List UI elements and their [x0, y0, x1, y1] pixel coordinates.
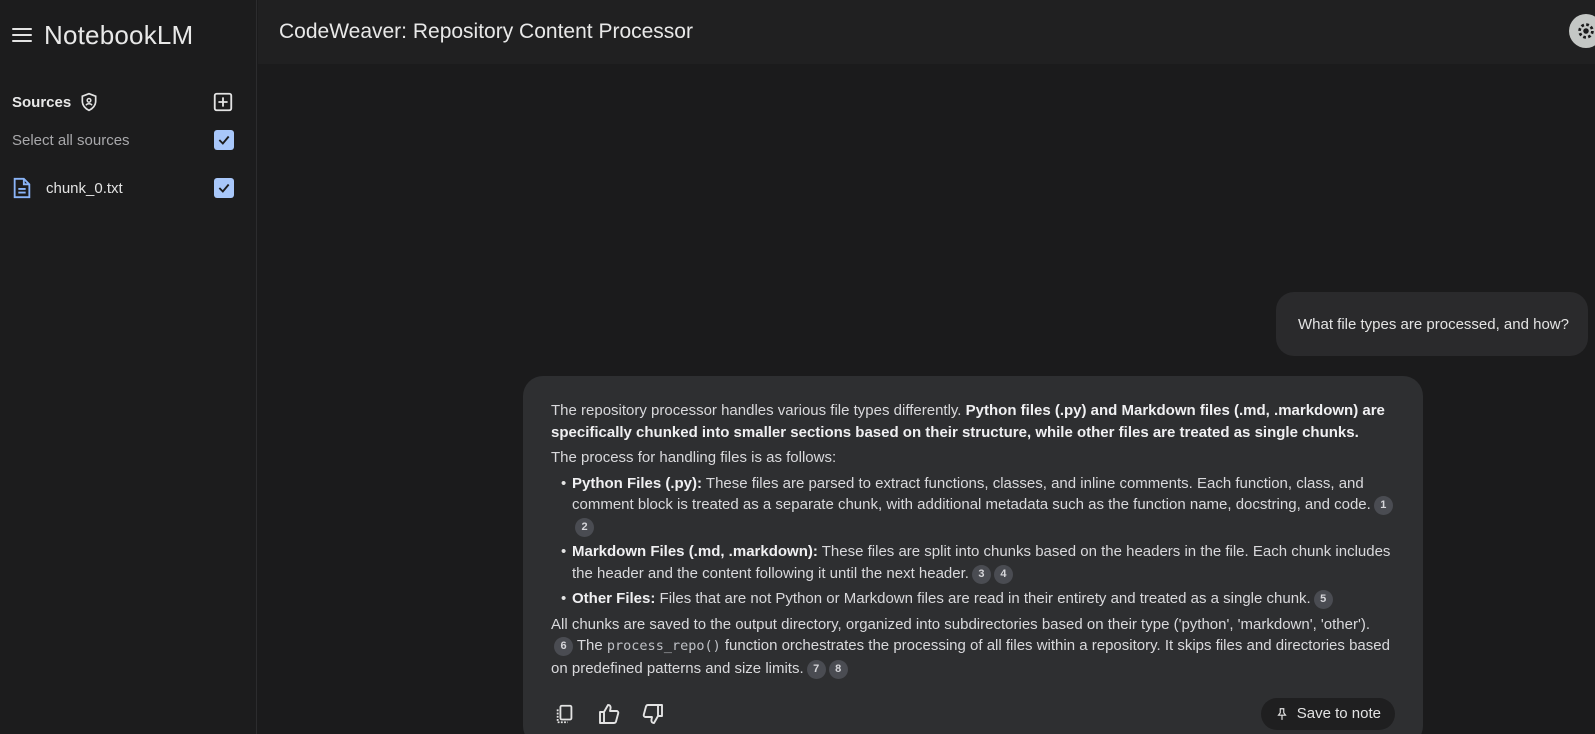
answer-intro-plain: The repository processor handles various… [551, 402, 966, 419]
shield-icon[interactable] [79, 92, 99, 112]
sources-header: Sources [12, 88, 234, 116]
document-icon [13, 177, 31, 199]
pin-icon [1277, 708, 1287, 720]
app: NotebookLM Sources Select all sources ch… [0, 0, 1595, 734]
select-all-checkbox[interactable] [214, 130, 234, 150]
bullet-title: Other Files: [572, 590, 656, 607]
bullet-other: Other Files: Files that are not Python o… [551, 588, 1395, 610]
answer-intro: The repository processor handles various… [551, 400, 1395, 443]
answer-closing-2-pre: The [573, 637, 607, 654]
answer-process-line: The process for handling files is as fol… [551, 449, 837, 466]
check-icon [218, 135, 230, 145]
sources-label: Sources [12, 93, 72, 111]
notebook-title[interactable]: CodeWeaver: Repository Content Processor [279, 20, 693, 44]
menu-icon[interactable] [12, 28, 32, 42]
select-all-label: Select all sources [12, 131, 130, 149]
copy-icon[interactable] [551, 700, 579, 728]
user-message-bubble: What file types are processed, and how? [1276, 292, 1588, 356]
answer-actions: Save to note [551, 697, 1395, 731]
bullet-markdown: Markdown Files (.md, .markdown): These f… [551, 541, 1395, 584]
citation-badge[interactable]: 7 [806, 659, 826, 679]
bullet-title: Markdown Files (.md, .markdown): [572, 543, 818, 560]
source-checkbox[interactable] [214, 178, 234, 198]
answer-card: The repository processor handles various… [523, 376, 1423, 734]
citation-badge[interactable]: 6 [554, 637, 573, 657]
answer-closing-1: All chunks are saved to the output direc… [551, 615, 1371, 633]
citation-badge[interactable]: 2 [575, 517, 594, 537]
sidebar: NotebookLM Sources Select all sources ch… [0, 0, 257, 734]
citation-badge[interactable]: 8 [828, 659, 848, 679]
save-to-note-button[interactable]: Save to note [1260, 698, 1395, 730]
select-all-row[interactable]: Select all sources [12, 128, 234, 152]
save-to-note-label: Save to note [1296, 705, 1381, 723]
answer-closing: All chunks are saved to the output direc… [551, 614, 1395, 680]
citation-badge[interactable]: 1 [1373, 496, 1393, 516]
feedback-icons [551, 700, 667, 728]
bullet-text: Files that are not Python or Markdown fi… [655, 590, 1311, 607]
source-item[interactable]: chunk_0.txt [12, 175, 234, 201]
inline-code: process_repo() [606, 638, 721, 654]
sources-title: Sources [12, 92, 99, 112]
citation-badge[interactable]: 4 [993, 564, 1013, 584]
citation-badge[interactable]: 5 [1313, 590, 1333, 610]
answer-bullet-list: Python Files (.py): These files are pars… [551, 473, 1395, 610]
main-header: CodeWeaver: Repository Content Processor [258, 0, 1595, 64]
thumbs-up-icon[interactable] [595, 700, 623, 728]
source-item-left: chunk_0.txt [12, 177, 123, 199]
app-brand: NotebookLM [44, 19, 194, 50]
add-source-icon[interactable] [212, 91, 234, 113]
top-bar-left: NotebookLM [0, 0, 257, 70]
settings-gear-icon[interactable] [1569, 14, 1595, 48]
bullet-python: Python Files (.py): These files are pars… [551, 473, 1395, 538]
user-message-text: What file types are processed, and how? [1298, 315, 1569, 333]
source-name: chunk_0.txt [46, 179, 123, 197]
bullet-title: Python Files (.py): [572, 474, 703, 492]
citation-badge[interactable]: 3 [971, 564, 991, 584]
check-icon [218, 183, 230, 193]
thumbs-down-icon[interactable] [639, 700, 667, 728]
